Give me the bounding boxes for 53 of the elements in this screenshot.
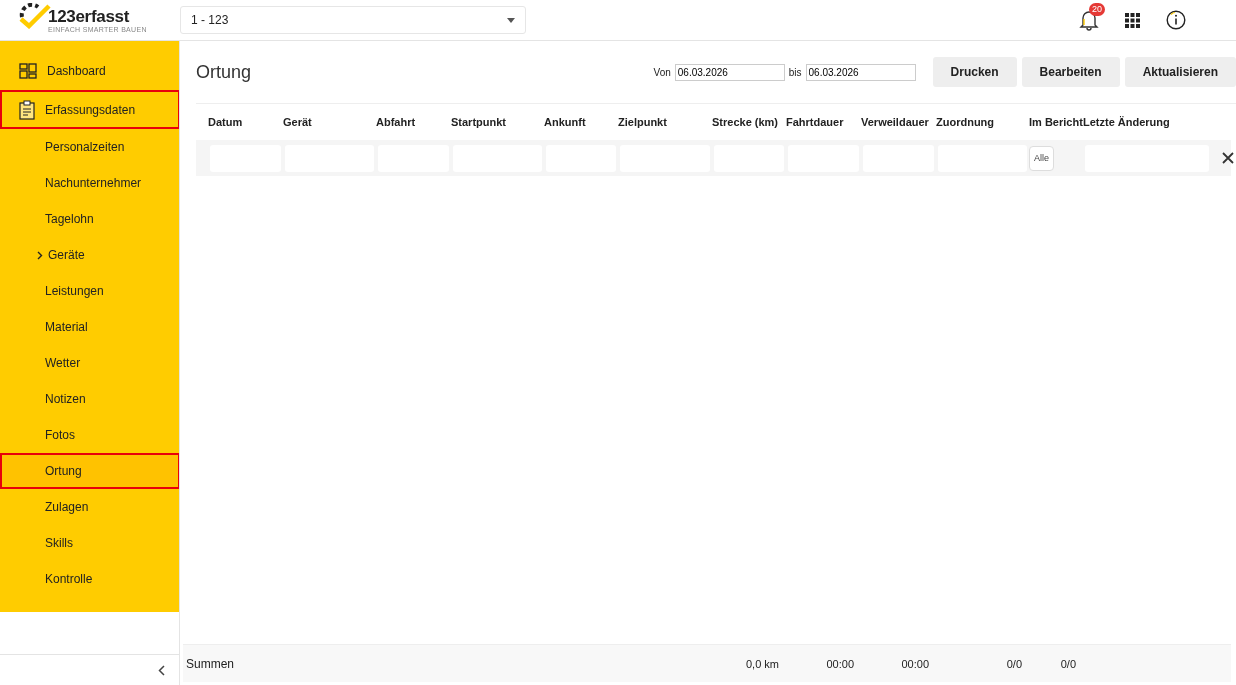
sidebar-item[interactable]: Erfassungsdaten: [0, 90, 179, 129]
sum-value: 00:00: [901, 657, 929, 670]
column-header[interactable]: Zielpunkt: [618, 116, 712, 128]
sidebar-item[interactable]: Geräte: [0, 237, 179, 273]
sidebar-item[interactable]: Personalzeiten: [0, 129, 179, 165]
from-date-field[interactable]: 06.03.2026: [674, 63, 785, 81]
toolbar-button[interactable]: Aktualisieren: [1124, 57, 1236, 87]
column-header[interactable]: Abfahrt: [376, 116, 451, 128]
sidebar-item[interactable]: Ortung: [0, 453, 179, 489]
sum-value: 0,0 km: [746, 657, 779, 670]
column-header[interactable]: Gerät: [283, 116, 376, 128]
column-header[interactable]: Zuordnung: [936, 116, 1029, 128]
caret-icon: [507, 17, 515, 23]
apps-grid-icon[interactable]: [1125, 12, 1140, 28]
column-header[interactable]: Strecke (km): [712, 116, 786, 128]
toolbar-button[interactable]: Drucken: [932, 57, 1017, 87]
sidebar-item[interactable]: Dashboard: [0, 51, 179, 90]
clear-filter-icon[interactable]: [1222, 152, 1234, 164]
sum-value: 0/0: [1006, 657, 1022, 670]
clipboard-icon: [19, 99, 35, 120]
sums-label: Summen: [186, 656, 235, 671]
filter-select[interactable]: Alle: [1029, 145, 1054, 171]
sidebar-item[interactable]: Wetter: [0, 345, 179, 381]
sidebar-item[interactable]: Zulagen: [0, 489, 179, 525]
notification-badge: 20: [1089, 3, 1105, 16]
sidebar-item[interactable]: Leistungen: [0, 273, 179, 309]
column-header[interactable]: Verweildauer: [861, 116, 936, 128]
toolbar-button[interactable]: Bearbeiten: [1021, 57, 1120, 87]
sidebar-item[interactable]: Material: [0, 309, 179, 345]
column-header[interactable]: Fahrtdauer: [786, 116, 861, 128]
to-date-field[interactable]: 06.03.2026: [805, 63, 916, 81]
sum-value: 00:00: [826, 657, 854, 670]
column-header[interactable]: Datum: [208, 116, 283, 128]
column-header[interactable]: Ankunft: [544, 116, 618, 128]
column-header[interactable]: Letzte Änderung: [1083, 116, 1211, 128]
column-header[interactable]: Im Bericht: [1029, 116, 1083, 128]
project-select[interactable]: 1 - 123: [180, 6, 526, 34]
sidebar-item[interactable]: Nachunternehmer: [0, 165, 179, 201]
sidebar-item[interactable]: Tagelohn: [0, 201, 179, 237]
page-title: Ortung: [196, 61, 252, 83]
to-label: bis: [788, 66, 802, 78]
sidebar-item[interactable]: Kontrolle: [0, 561, 179, 597]
sidebar-item[interactable]: Fotos: [0, 417, 179, 453]
sidebar-item[interactable]: Notizen: [0, 381, 179, 417]
sum-value: 0/0: [1060, 657, 1076, 670]
sidebar-item[interactable]: Skills: [0, 525, 179, 561]
info-icon[interactable]: [1166, 10, 1186, 30]
dashboard-icon: [19, 62, 37, 79]
collapse-icon[interactable]: [158, 664, 165, 676]
from-label: Von: [653, 66, 671, 78]
logo-name: 123erfasst: [48, 7, 131, 26]
column-header[interactable]: Startpunkt: [451, 116, 544, 128]
chevron-icon: [37, 250, 43, 260]
